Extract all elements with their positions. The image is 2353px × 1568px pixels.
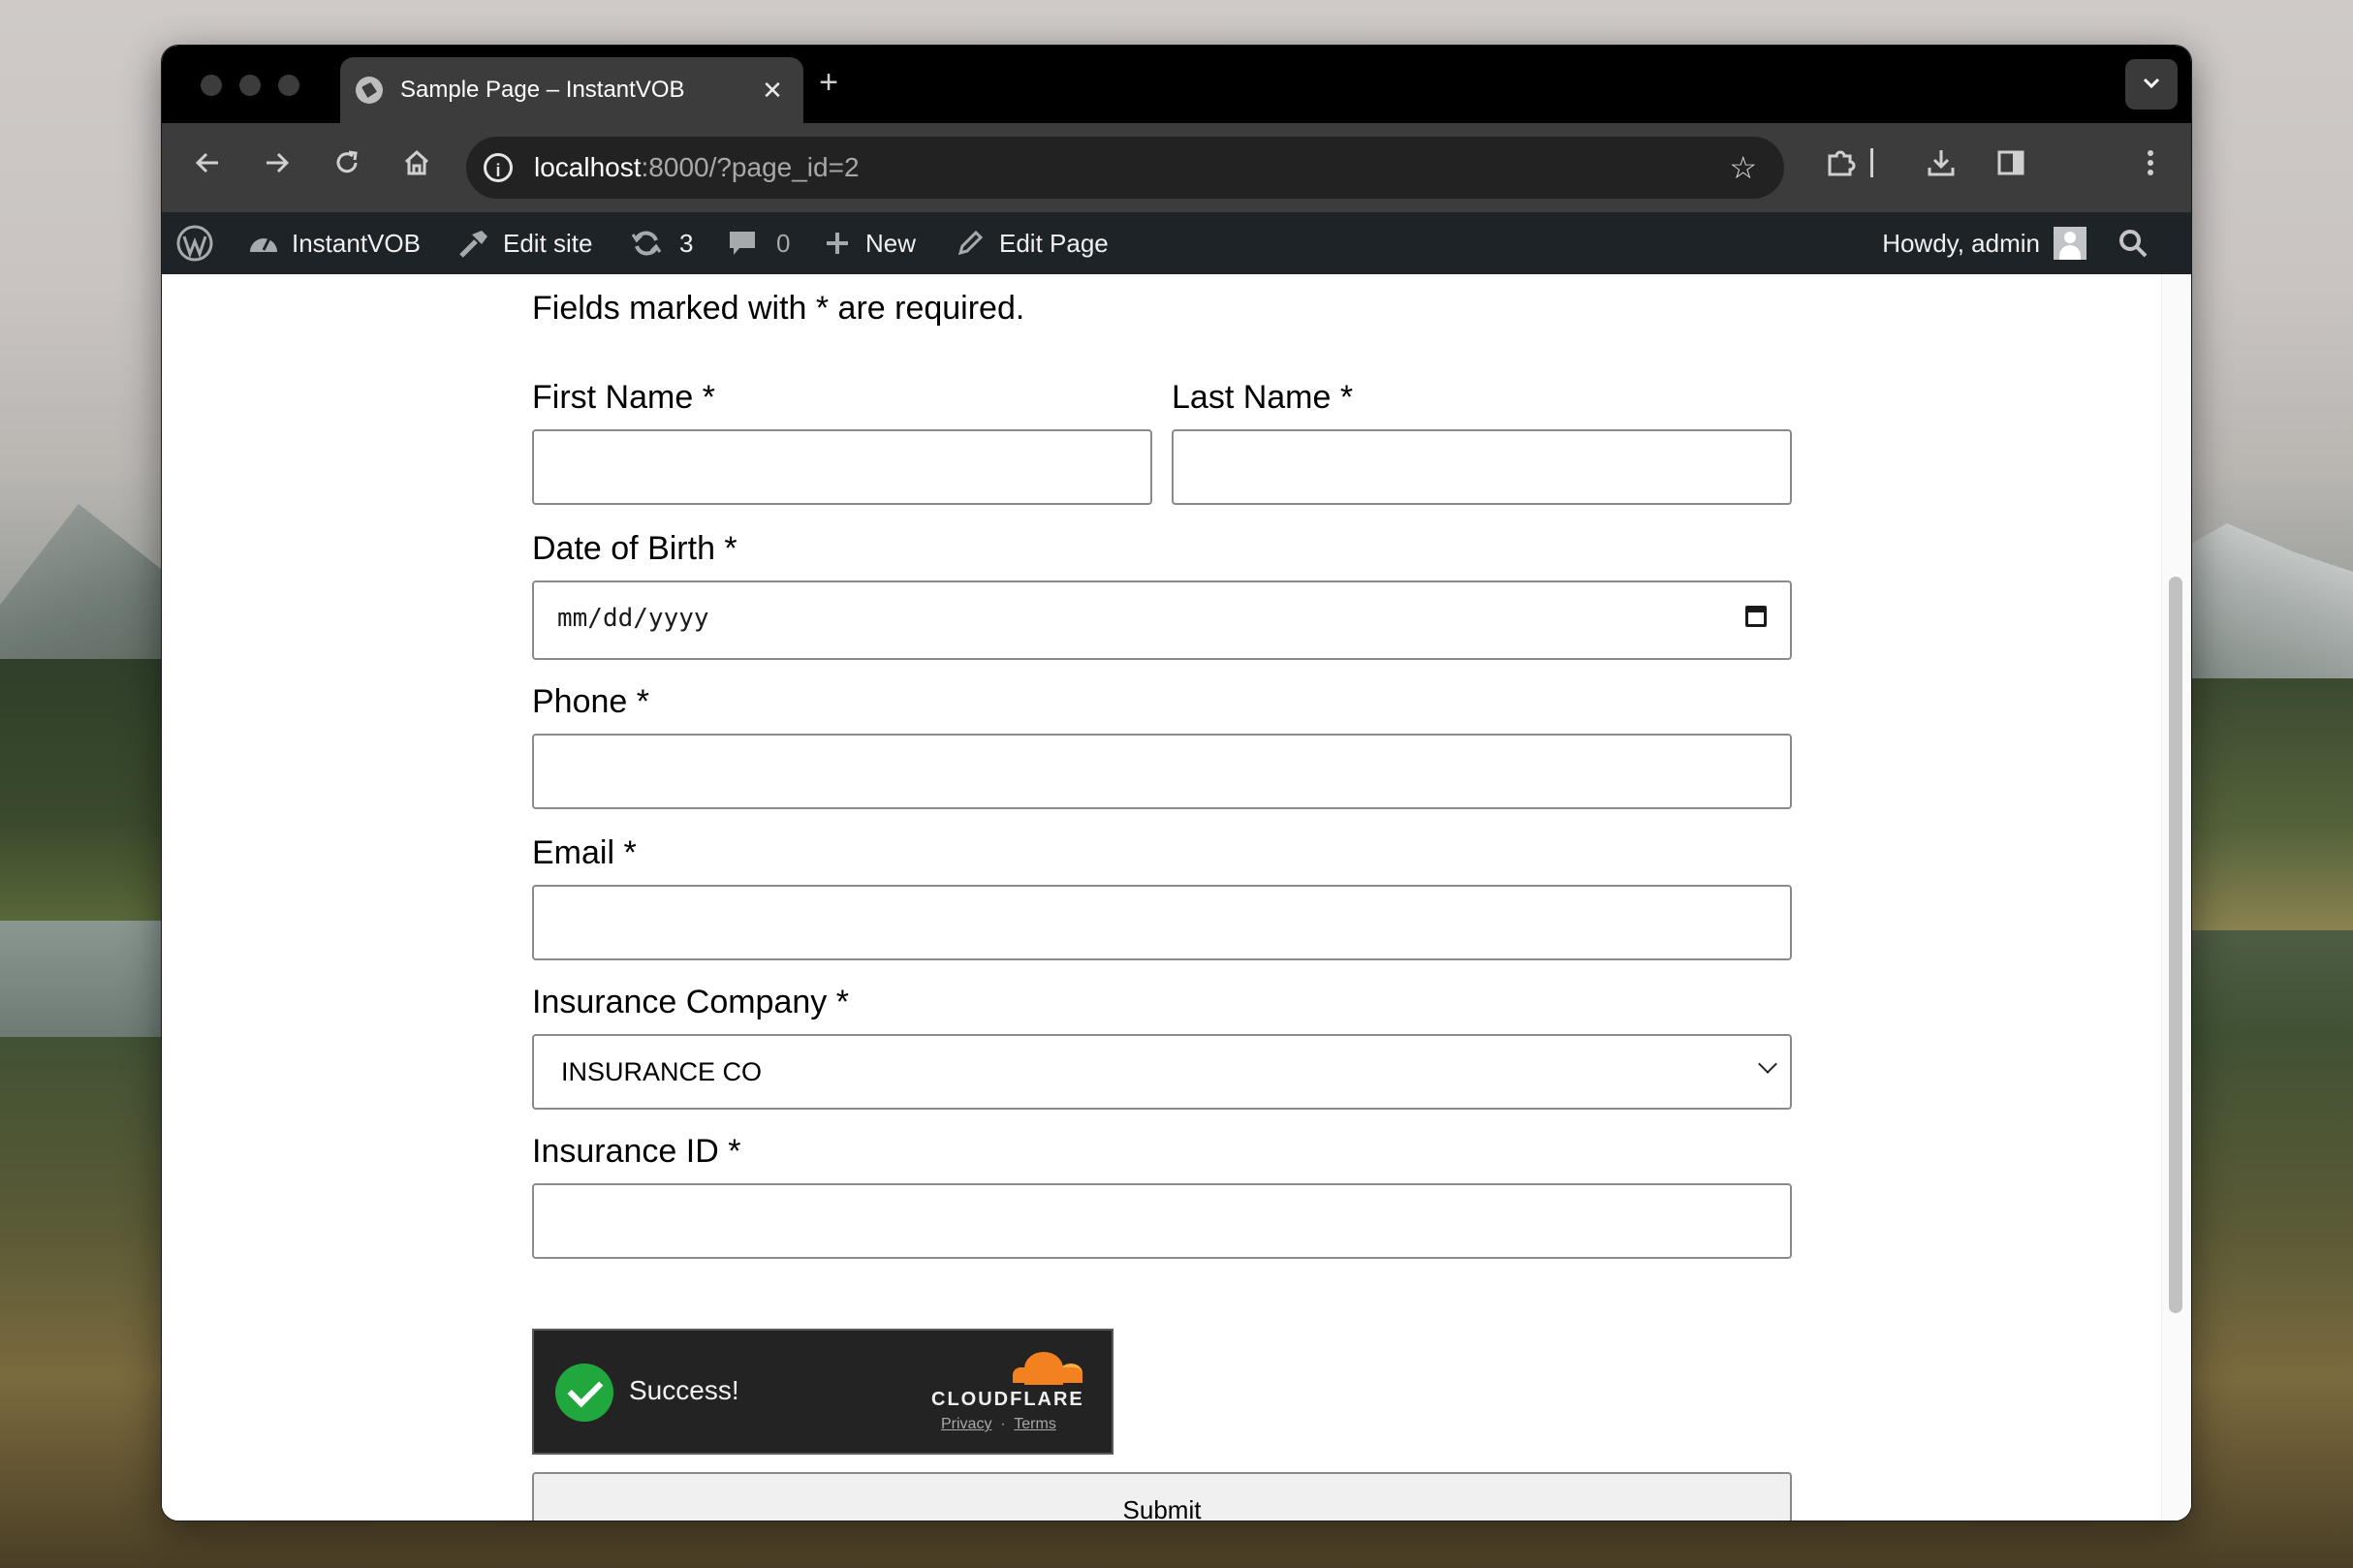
updates-icon (631, 231, 662, 256)
wp-account-menu[interactable]: Howdy, admin (1882, 212, 2086, 274)
cloudflare-logo-text: CLOUDFLARE (931, 1389, 1084, 1410)
new-tab-button[interactable]: + (809, 63, 848, 102)
hammer-icon (459, 231, 487, 258)
last-name-label: Last Name * (1172, 379, 1354, 416)
chevron-down-icon (1758, 1054, 1777, 1074)
wp-updates-link[interactable]: 3 (629, 212, 693, 274)
home-button[interactable] (394, 144, 439, 189)
wp-site-name-link[interactable]: InstantVOB (247, 212, 421, 274)
wp-edit-site-link[interactable]: Edit site (456, 212, 593, 274)
browser-toolbar: i localhost:8000/?page_id=2 ☆ (162, 123, 2191, 212)
insurance-company-select[interactable]: INSURANCE CO (532, 1034, 1792, 1110)
dob-date-input[interactable]: mm/dd/yyyy (532, 580, 1792, 660)
browser-window: Sample Page – InstantVOB ✕ + i localhost… (161, 45, 2192, 1521)
pencil-icon (957, 230, 984, 256)
back-button[interactable] (185, 144, 230, 189)
insurance-id-input[interactable] (532, 1183, 1792, 1259)
search-icon (2119, 230, 2148, 258)
privacy-link[interactable]: Privacy (941, 1416, 991, 1432)
page-scrollbar-thumb[interactable] (2169, 577, 2182, 1313)
wp-updates-count: 3 (679, 228, 694, 258)
reload-icon (336, 150, 358, 173)
insurance-company-label: Insurance Company * (532, 984, 849, 1020)
wp-site-name: InstantVOB (292, 228, 421, 258)
forward-button[interactable] (255, 144, 299, 189)
dashboard-icon (250, 237, 277, 252)
chevron-down-icon (2143, 78, 2160, 89)
side-panel-icon (1997, 150, 2024, 175)
globe-icon (356, 77, 383, 104)
required-note: Fields marked with * are required. (532, 290, 1025, 327)
bookmark-star-icon[interactable]: ☆ (1729, 149, 1757, 186)
reload-button[interactable] (325, 144, 369, 189)
wp-edit-page-label: Edit Page (999, 228, 1109, 258)
window-close-dot[interactable] (201, 75, 222, 96)
window-zoom-dot[interactable] (278, 75, 299, 96)
phone-label: Phone * (532, 683, 649, 720)
checkmark-icon (555, 1364, 613, 1422)
site-info-icon[interactable]: i (484, 153, 513, 182)
browser-menu-button[interactable] (2129, 146, 2172, 189)
cloudflare-turnstile-widget[interactable]: Success! CLOUDFLARE Privacy · Terms (532, 1329, 1114, 1455)
wp-edit-page-link[interactable]: Edit Page (955, 212, 1109, 274)
url-path: :8000/?page_id=2 (641, 152, 860, 182)
turnstile-links: Privacy · Terms (941, 1416, 1056, 1433)
page-content: Fields marked with * are required. First… (162, 274, 2191, 1521)
tab-title: Sample Page – InstantVOB (400, 77, 685, 103)
tab-search-button[interactable] (2125, 59, 2178, 110)
avatar (2054, 227, 2086, 260)
turnstile-status: Success! (629, 1375, 739, 1405)
first-name-input[interactable] (532, 429, 1152, 505)
wp-comments-count: 0 (776, 228, 791, 258)
wp-edit-site-label: Edit site (503, 228, 593, 258)
backdrop-trees-right (2179, 678, 2353, 930)
tab-sample-page[interactable]: Sample Page – InstantVOB ✕ (340, 57, 803, 123)
backdrop-lake (0, 921, 170, 1037)
home-icon (404, 149, 429, 175)
download-icon (1928, 150, 1955, 176)
insurance-id-label: Insurance ID * (532, 1133, 741, 1170)
terms-link[interactable]: Terms (1014, 1416, 1056, 1432)
last-name-input[interactable] (1172, 429, 1792, 505)
extensions-button[interactable] (1819, 146, 1862, 189)
first-name-label: First Name * (532, 379, 715, 416)
email-label: Email * (532, 834, 637, 871)
submit-button[interactable]: Submit (532, 1472, 1792, 1521)
tab-strip: Sample Page – InstantVOB ✕ + (162, 46, 2191, 123)
wp-logo-button[interactable] (175, 212, 214, 274)
kebab-menu-icon (2148, 150, 2153, 175)
phone-input[interactable] (532, 734, 1792, 809)
puzzle-icon (1828, 150, 1856, 176)
wordpress-logo-icon (176, 225, 213, 262)
insurance-company-value: INSURANCE CO (561, 1057, 763, 1086)
dob-placeholder: mm/dd/yyyy (557, 604, 709, 633)
plus-icon (827, 233, 848, 254)
backdrop-trees-left (0, 659, 170, 930)
tab-close-icon[interactable]: ✕ (755, 76, 790, 106)
comment-bubble-icon (730, 232, 755, 255)
wp-howdy-text: Howdy, admin (1882, 228, 2040, 258)
address-bar[interactable]: i localhost:8000/?page_id=2 ☆ (466, 137, 1784, 199)
email-input[interactable] (532, 885, 1792, 960)
wp-admin-bar: InstantVOB Edit site 3 0 New Edit Page H… (162, 212, 2191, 274)
wp-new-content-link[interactable]: New (823, 212, 916, 274)
link-separator: · (1000, 1416, 1006, 1432)
url-host: localhost (534, 152, 642, 182)
arrow-right-icon (267, 152, 290, 173)
calendar-icon[interactable] (1745, 606, 1767, 627)
side-panel-button[interactable] (1990, 146, 2032, 189)
window-minimize-dot[interactable] (239, 75, 261, 96)
wp-new-label: New (865, 228, 917, 258)
downloads-button[interactable] (1920, 146, 1962, 189)
arrow-left-icon (195, 152, 218, 173)
cloudflare-cloud-icon (1013, 1352, 1082, 1385)
wp-comments-link[interactable]: 0 (726, 212, 790, 274)
toolbar-divider (1867, 146, 1877, 189)
wp-search-button[interactable] (2118, 212, 2149, 274)
dob-label: Date of Birth * (532, 530, 737, 567)
